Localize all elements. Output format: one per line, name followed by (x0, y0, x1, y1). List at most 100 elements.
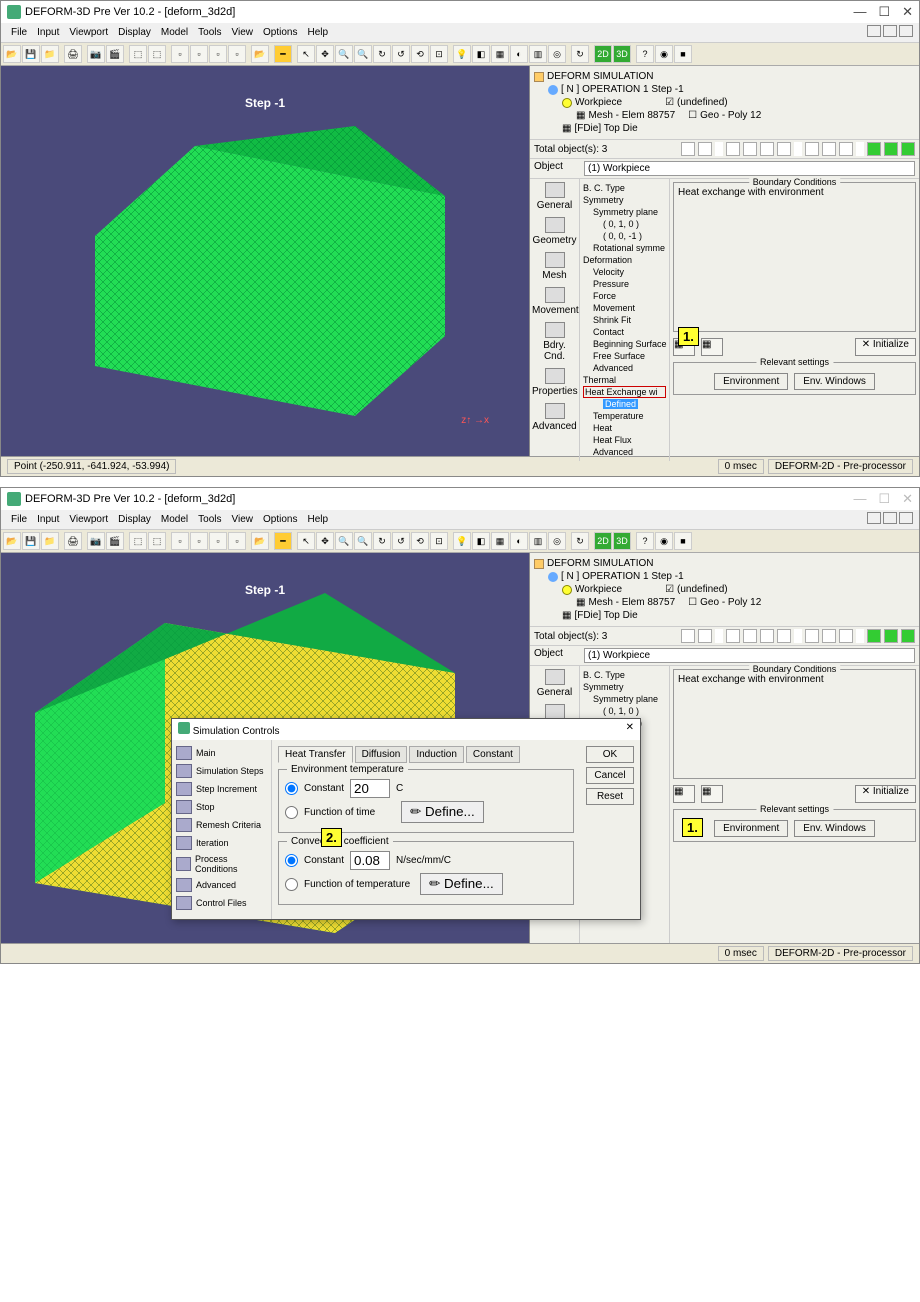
tb-light-icon[interactable]: 💡 (453, 532, 471, 550)
bt8-icon[interactable] (867, 142, 881, 156)
tab-constant[interactable]: Constant (466, 746, 520, 763)
bt10-icon[interactable] (901, 629, 915, 643)
tb-zoom-in-icon[interactable]: 🔍 (335, 532, 353, 550)
mdi-minimize[interactable] (867, 512, 881, 524)
tb-rotate1-icon[interactable]: ↻ (373, 532, 391, 550)
tb-zoom-in-icon[interactable]: 🔍 (335, 45, 353, 63)
env-temp-input[interactable] (350, 779, 390, 798)
tb-rotate2-icon[interactable]: ↺ (392, 532, 410, 550)
close-button[interactable]: ✕ (902, 491, 913, 507)
object-tree[interactable]: DEFORM SIMULATION [ N ] OPERATION 1 Step… (530, 66, 919, 140)
tb-render3-icon[interactable]: ◐ (510, 45, 528, 63)
menu-model[interactable]: Model (157, 25, 192, 40)
bt7-icon[interactable] (839, 142, 853, 156)
bt3-icon[interactable] (760, 629, 774, 643)
tb-render1-icon[interactable]: ◧ (472, 45, 490, 63)
menu-options[interactable]: Options (259, 25, 301, 40)
tb-camera-icon[interactable]: 📷 (87, 45, 105, 63)
menu-help[interactable]: Help (303, 25, 332, 40)
side-stop[interactable]: Stop (176, 798, 267, 816)
dialog-close-icon[interactable]: ✕ (626, 722, 634, 737)
tb-render4-icon[interactable]: ▥ (529, 45, 547, 63)
tb-help-icon[interactable]: ? (636, 532, 654, 550)
tb-pan-icon[interactable]: ✥ (316, 45, 334, 63)
initialize-button[interactable]: ✕ Initialize (855, 785, 916, 803)
menu-viewport[interactable]: Viewport (65, 25, 112, 40)
bt2-icon[interactable] (743, 142, 757, 156)
tb-measure-icon[interactable]: ━ (274, 45, 292, 63)
tb-camera-icon[interactable]: 📷 (87, 532, 105, 550)
tb-help-icon[interactable]: ? (636, 45, 654, 63)
zoom-icon[interactable] (681, 629, 695, 643)
close-button[interactable]: ✕ (902, 4, 913, 20)
tb-render5-icon[interactable]: ◎ (548, 532, 566, 550)
tb-render4-icon[interactable]: ▥ (529, 532, 547, 550)
tb-print-icon[interactable]: 🖨 (64, 532, 82, 550)
tb-view1-icon[interactable]: ▫ (171, 45, 189, 63)
menu-options[interactable]: Options (259, 512, 301, 527)
tb-open-icon[interactable]: 📂 (3, 532, 21, 550)
cat-general[interactable]: General (532, 669, 577, 698)
object-tree-2[interactable]: DEFORM SIMULATION [ N ] OPERATION 1 Step… (530, 553, 919, 627)
tb-stop-icon[interactable]: ■ (674, 45, 692, 63)
tb-view4-icon[interactable]: ▫ (228, 532, 246, 550)
cat-mesh[interactable]: Mesh (532, 252, 577, 281)
menu-display[interactable]: Display (114, 512, 155, 527)
cat-bdry[interactable]: Bdry. Cnd. (532, 322, 577, 362)
tb-fit-icon[interactable]: ⊡ (430, 45, 448, 63)
menu-view[interactable]: View (228, 512, 258, 527)
tb-3d-button[interactable]: 3D (613, 532, 631, 550)
tb-rotate1-icon[interactable]: ↻ (373, 45, 391, 63)
maximize-button[interactable]: ☐ (878, 4, 890, 20)
env-define-button[interactable]: ✏ Define... (401, 801, 484, 823)
menu-model[interactable]: Model (157, 512, 192, 527)
cat-advanced[interactable]: Advanced (532, 403, 577, 432)
tb-tool1-icon[interactable]: ⬚ (129, 45, 147, 63)
menu-file[interactable]: File (7, 512, 31, 527)
tb-2d-button[interactable]: 2D (594, 45, 612, 63)
tb-save-icon[interactable]: 💾 (22, 532, 40, 550)
side-sim-steps[interactable]: Simulation Steps (176, 762, 267, 780)
tab-heat-transfer[interactable]: Heat Transfer (278, 746, 353, 763)
ok-button[interactable]: OK (586, 746, 634, 763)
bt6-icon[interactable] (822, 629, 836, 643)
bt9-icon[interactable] (884, 142, 898, 156)
tb-pan-icon[interactable]: ✥ (316, 532, 334, 550)
tb-view3-icon[interactable]: ▫ (209, 532, 227, 550)
side-step-inc[interactable]: Step Increment (176, 780, 267, 798)
conv-define-button[interactable]: ✏ Define... (420, 873, 503, 895)
tb-view3-icon[interactable]: ▫ (209, 45, 227, 63)
conv-value-input[interactable] (350, 851, 390, 870)
bt4-icon[interactable] (777, 142, 791, 156)
menu-viewport[interactable]: Viewport (65, 512, 112, 527)
zoom2-icon[interactable] (698, 142, 712, 156)
zoom2-icon[interactable] (698, 629, 712, 643)
cat-geometry[interactable]: Geometry (532, 217, 577, 246)
tb-view2-icon[interactable]: ▫ (190, 45, 208, 63)
env-fot-radio[interactable] (285, 806, 298, 819)
bt8-icon[interactable] (867, 629, 881, 643)
side-remesh[interactable]: Remesh Criteria (176, 816, 267, 834)
bt5-icon[interactable] (805, 142, 819, 156)
bt9-icon[interactable] (884, 629, 898, 643)
bc-tree[interactable]: B. C. Type Symmetry Symmetry plane ( 0, … (580, 179, 670, 461)
minimize-button[interactable]: — (853, 491, 866, 507)
bt3-icon[interactable] (760, 142, 774, 156)
tb-cursor-icon[interactable]: ↖ (297, 532, 315, 550)
menu-help[interactable]: Help (303, 512, 332, 527)
tb-open-icon[interactable]: 📂 (3, 45, 21, 63)
cat-general[interactable]: General (532, 182, 577, 211)
menu-tools[interactable]: Tools (194, 25, 225, 40)
bc-del-button[interactable]: ▦ (701, 338, 723, 356)
conv-constant-radio[interactable] (285, 854, 298, 867)
bc-add-button[interactable]: ▦ (673, 785, 695, 803)
tb-render2-icon[interactable]: ▦ (491, 45, 509, 63)
env-windows-button[interactable]: Env. Windows (794, 373, 875, 390)
tb-db-icon[interactable]: 📁 (41, 532, 59, 550)
bt2-icon[interactable] (743, 629, 757, 643)
tb-rotate2-icon[interactable]: ↺ (392, 45, 410, 63)
bt5-icon[interactable] (805, 629, 819, 643)
tb-view1-icon[interactable]: ▫ (171, 532, 189, 550)
3d-viewport[interactable]: Step -1 z↑ →x (1, 66, 529, 456)
mdi-close[interactable] (899, 25, 913, 37)
